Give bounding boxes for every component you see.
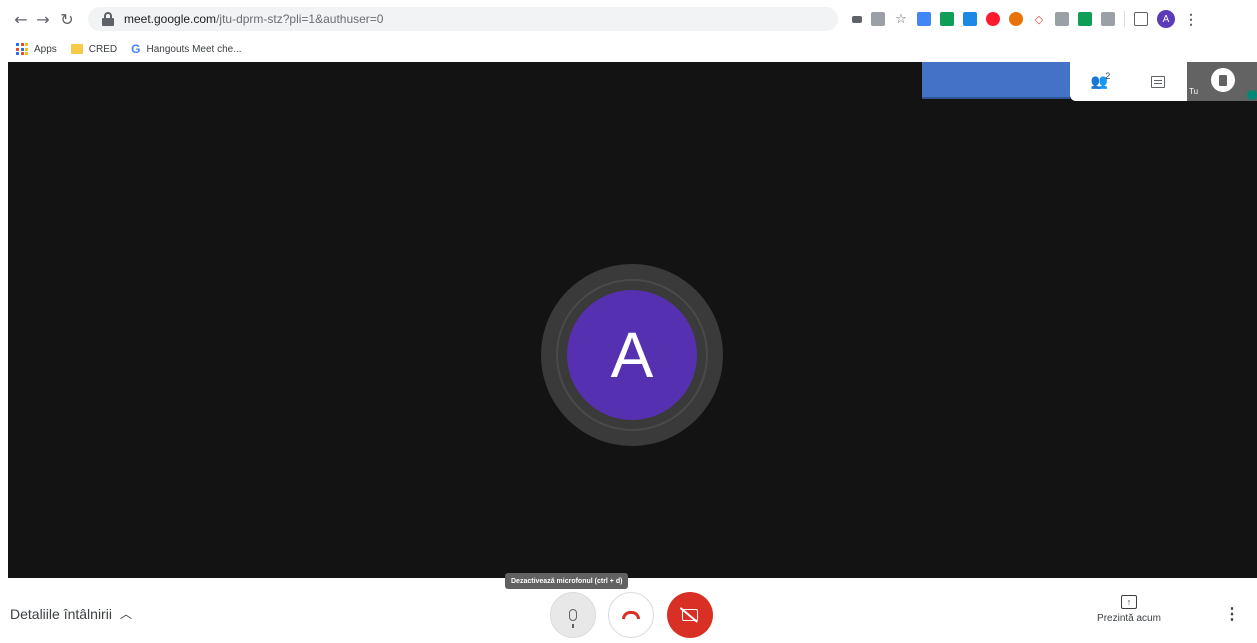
kebab-menu-icon[interactable]: ⋮	[1184, 11, 1198, 28]
chat-icon	[1150, 75, 1165, 88]
back-arrow-icon[interactable]: ←	[10, 8, 32, 30]
extension-icon[interactable]	[1009, 12, 1023, 26]
people-button[interactable]: 👥 2	[1084, 67, 1114, 97]
opera-icon[interactable]	[986, 12, 1000, 26]
mic-icon	[569, 609, 577, 628]
forward-arrow-icon[interactable]: →	[32, 8, 54, 30]
mic-tooltip: Dezactivează microfonul (ctrl + d)	[505, 573, 629, 589]
translate-icon[interactable]	[871, 12, 885, 26]
extension-icon[interactable]	[1055, 12, 1069, 26]
google-g-icon: G	[131, 42, 141, 56]
browser-toolbar: ← → ↻ meet.google.com/jtu-dprm-stz?pli=1…	[0, 0, 1257, 38]
panel-tabs: 👥 2	[1070, 62, 1187, 101]
bookmark-label: Hangouts Meet che...	[146, 43, 242, 55]
extension-icon[interactable]: ◇	[1032, 12, 1046, 26]
self-video-tile[interactable]	[922, 62, 1070, 99]
status-dot	[1247, 90, 1257, 100]
camera-off-icon	[682, 609, 698, 621]
screenshot-icon[interactable]	[1101, 12, 1115, 26]
extension-icon[interactable]	[917, 12, 931, 26]
present-label: Prezintă acum	[1097, 613, 1161, 624]
participant-avatar-ring: A	[541, 264, 723, 446]
bookmark-hangouts[interactable]: G Hangouts Meet che...	[131, 42, 241, 56]
folder-icon	[70, 44, 83, 54]
apps-grid-icon	[16, 43, 28, 55]
you-tile[interactable]: Tu	[1187, 62, 1257, 101]
bookmarks-bar: Apps CRED G Hangouts Meet che...	[0, 38, 1257, 60]
url-text: meet.google.com/jtu-dprm-stz?pli=1&authu…	[124, 12, 384, 26]
camera-toggle-button[interactable]	[667, 592, 713, 638]
address-bar[interactable]: meet.google.com/jtu-dprm-stz?pli=1&authu…	[88, 7, 838, 31]
cast-icon[interactable]	[1134, 12, 1148, 26]
meeting-details-label: Detaliile întâlnirii	[10, 605, 112, 622]
bookmark-label: Apps	[34, 43, 57, 55]
participant-count: 2	[1105, 70, 1111, 81]
pin-button[interactable]	[1211, 68, 1235, 92]
toolbar-divider	[1124, 11, 1125, 27]
bookmark-cred[interactable]: CRED	[70, 43, 118, 55]
bookmark-label: CRED	[88, 43, 118, 55]
hangup-icon	[622, 611, 640, 619]
mic-button[interactable]	[550, 592, 596, 638]
bookmark-apps[interactable]: Apps	[16, 43, 57, 55]
top-right-panel: 👥 2 Tu	[922, 62, 1257, 101]
present-now-button[interactable]: ↑ Prezintă acum	[1097, 595, 1161, 624]
pin-icon	[1219, 74, 1227, 90]
chat-button[interactable]	[1143, 67, 1173, 97]
avatar-ring-inner: A	[556, 279, 708, 431]
meeting-details-button[interactable]: Detaliile întâlnirii ︿	[10, 605, 132, 622]
lock-icon	[102, 12, 114, 26]
more-options-icon[interactable]: ⋮	[1224, 604, 1240, 624]
extension-icon[interactable]	[940, 12, 954, 26]
profile-avatar[interactable]: A	[1157, 10, 1175, 28]
extension-new-icon[interactable]	[963, 12, 977, 26]
participant-avatar: A	[567, 290, 697, 420]
extensions-area: ☆ ◇ A ⋮	[852, 8, 1198, 30]
chevron-up-icon: ︿	[119, 607, 132, 621]
hangup-button[interactable]	[608, 592, 654, 638]
star-icon[interactable]: ☆	[894, 12, 908, 27]
self-label: Tu	[1189, 87, 1199, 96]
reload-icon[interactable]: ↻	[56, 8, 78, 30]
camera-icon[interactable]	[852, 15, 862, 23]
present-screen-icon: ↑	[1121, 595, 1137, 609]
drive-icon[interactable]	[1078, 12, 1092, 26]
